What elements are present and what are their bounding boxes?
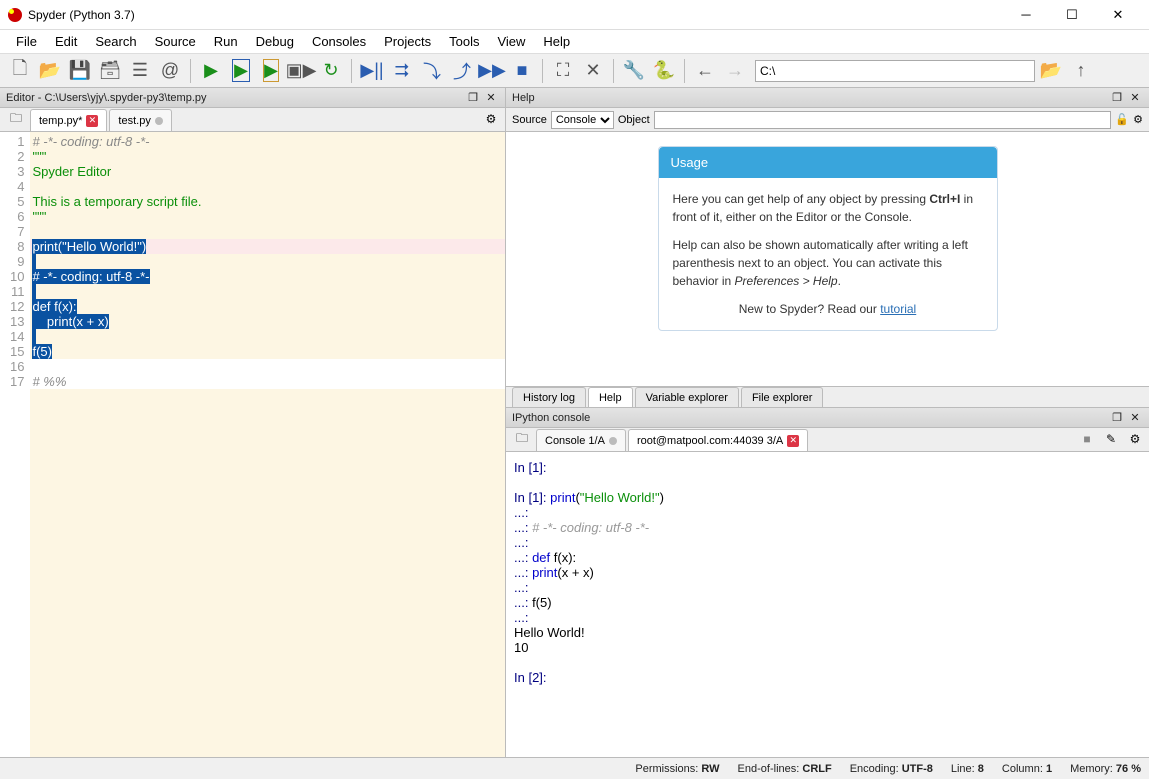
editor-pane-title-text: Editor - C:\Users\yjy\.spyder-py3\temp.p… [6, 92, 207, 104]
help-card-title: Usage [659, 147, 997, 178]
help-text-2: Help can also be shown automatically aft… [673, 236, 983, 290]
python-path-icon[interactable]: 🐍 [650, 57, 678, 85]
rerun-icon[interactable]: ↻ [317, 57, 345, 85]
continue-icon[interactable]: ▶▶ [478, 57, 506, 85]
step-over-icon[interactable]: ⮆ [388, 57, 416, 85]
inner-tab-history-log[interactable]: History log [512, 387, 586, 407]
help-close-pane-icon[interactable]: ✕ [1127, 90, 1143, 106]
menu-debug[interactable]: Debug [248, 32, 302, 51]
help-text-1: Here you can get help of any object by p… [673, 190, 983, 226]
save-all-icon[interactable]: 🗃 [96, 57, 124, 85]
inner-tab-variable-explorer[interactable]: Variable explorer [635, 387, 739, 407]
close-tab-icon[interactable] [155, 117, 163, 125]
inner-tab-file-explorer[interactable]: File explorer [741, 387, 824, 407]
editor-close-pane-icon[interactable]: ✕ [483, 90, 499, 106]
clear-console-icon[interactable]: ✎ [1101, 429, 1121, 449]
forward-icon[interactable]: → [721, 57, 749, 85]
maximize-pane-icon[interactable]: ⛶ [549, 57, 577, 85]
menu-tools[interactable]: Tools [441, 32, 487, 51]
run-cell-advance-icon[interactable]: ▶ [257, 57, 285, 85]
console-tabbar: 🗀 Console 1/Aroot@matpool.com:44039 3/A✕… [506, 428, 1149, 452]
browse-dir-icon[interactable]: 📂 [1037, 57, 1065, 85]
stop-kernel-icon[interactable]: ■ [1077, 429, 1097, 449]
working-dir-input[interactable] [755, 60, 1035, 82]
new-file-icon[interactable]: 🗋 [6, 57, 34, 85]
menu-help[interactable]: Help [535, 32, 578, 51]
run-selection-icon[interactable]: ▣▶ [287, 57, 315, 85]
menu-run[interactable]: Run [206, 32, 246, 51]
console-output[interactable]: In [1]: In [1]: print("Hello World!") ..… [506, 452, 1149, 757]
help-pane-title-text: Help [512, 92, 535, 104]
editor-tab[interactable]: temp.py*✕ [30, 109, 107, 131]
editor-pane-title: Editor - C:\Users\yjy\.spyder-py3\temp.p… [0, 88, 505, 108]
tutorial-link[interactable]: tutorial [880, 302, 916, 316]
help-pane-title: Help ❐ ✕ [506, 88, 1149, 108]
menubar: FileEditSearchSourceRunDebugConsolesProj… [0, 30, 1149, 54]
stop-debug-icon[interactable]: ■ [508, 57, 536, 85]
save-icon[interactable]: 💾 [66, 57, 94, 85]
back-icon[interactable]: ← [691, 57, 719, 85]
browse-consoles-icon[interactable]: 🗀 [512, 429, 532, 449]
help-toolbar: Source Console Object 🔓 ⚙ [506, 108, 1149, 132]
menu-file[interactable]: File [8, 32, 45, 51]
editor-options-icon[interactable]: ⚙ [481, 109, 501, 129]
help-options-icon[interactable]: ⚙ [1133, 113, 1143, 126]
maximize-button[interactable]: ☐ [1049, 0, 1095, 30]
menu-projects[interactable]: Projects [376, 32, 439, 51]
help-inner-tabs: History logHelpVariable explorerFile exp… [506, 386, 1149, 408]
tutorial-line: New to Spyder? Read our tutorial [673, 300, 983, 318]
console-pane-title: IPython console ❐ ✕ [506, 408, 1149, 428]
run-icon[interactable]: ▶ [197, 57, 225, 85]
fullscreen-icon[interactable]: ✕ [579, 57, 607, 85]
console-tab[interactable]: Console 1/A [536, 429, 626, 451]
close-button[interactable]: ✕ [1095, 0, 1141, 30]
step-into-icon[interactable]: ⤵ [418, 57, 446, 85]
console-options-icon[interactable]: ⚙ [1125, 429, 1145, 449]
main-toolbar: 🗋 📂 💾 🗃 ☰ @ ▶ ▶ ▶ ▣▶ ↻ ▶|| ⮆ ⤵ ⤴ ▶▶ ■ ⛶ … [0, 54, 1149, 88]
console-pane-title-text: IPython console [512, 412, 590, 424]
minimize-button[interactable]: ─ [1003, 0, 1049, 30]
menu-search[interactable]: Search [87, 32, 144, 51]
statusbar: Permissions: RW End-of-lines: CRLF Encod… [0, 757, 1149, 779]
titlebar: Spyder (Python 3.7) ─ ☐ ✕ [0, 0, 1149, 30]
console-undock-icon[interactable]: ❐ [1109, 410, 1125, 426]
source-label: Source [512, 114, 547, 126]
object-input[interactable] [654, 111, 1112, 129]
at-icon[interactable]: @ [156, 57, 184, 85]
console-tab[interactable]: root@matpool.com:44039 3/A✕ [628, 429, 808, 451]
source-select[interactable]: Console [551, 111, 614, 129]
menu-source[interactable]: Source [147, 32, 204, 51]
menu-edit[interactable]: Edit [47, 32, 85, 51]
run-cell-icon[interactable]: ▶ [227, 57, 255, 85]
close-tab-icon[interactable] [609, 437, 617, 445]
help-undock-icon[interactable]: ❐ [1109, 90, 1125, 106]
close-tab-icon[interactable]: ✕ [86, 115, 98, 127]
browse-tabs-icon[interactable]: 🗀 [6, 109, 26, 129]
help-usage-card: Usage Here you can get help of any objec… [658, 146, 998, 331]
editor-tab[interactable]: test.py [109, 109, 171, 131]
object-label: Object [618, 114, 650, 126]
parent-dir-icon[interactable]: ↑ [1067, 57, 1095, 85]
debug-icon[interactable]: ▶|| [358, 57, 386, 85]
inner-tab-help[interactable]: Help [588, 387, 633, 407]
console-close-pane-icon[interactable]: ✕ [1127, 410, 1143, 426]
menu-consoles[interactable]: Consoles [304, 32, 374, 51]
step-out-icon[interactable]: ⤴ [448, 57, 476, 85]
code-editor[interactable]: 1234567891011121314151617 # -*- coding: … [0, 132, 505, 757]
spyder-logo-icon [8, 8, 22, 22]
window-title: Spyder (Python 3.7) [28, 8, 1003, 22]
open-file-icon[interactable]: 📂 [36, 57, 64, 85]
editor-tabbar: 🗀 temp.py*✕test.py ⚙ [0, 108, 505, 132]
list-icon[interactable]: ☰ [126, 57, 154, 85]
lock-icon[interactable]: 🔓 [1115, 113, 1129, 126]
menu-view[interactable]: View [489, 32, 533, 51]
editor-undock-icon[interactable]: ❐ [465, 90, 481, 106]
preferences-icon[interactable]: 🔧 [620, 57, 648, 85]
close-tab-icon[interactable]: ✕ [787, 435, 799, 447]
